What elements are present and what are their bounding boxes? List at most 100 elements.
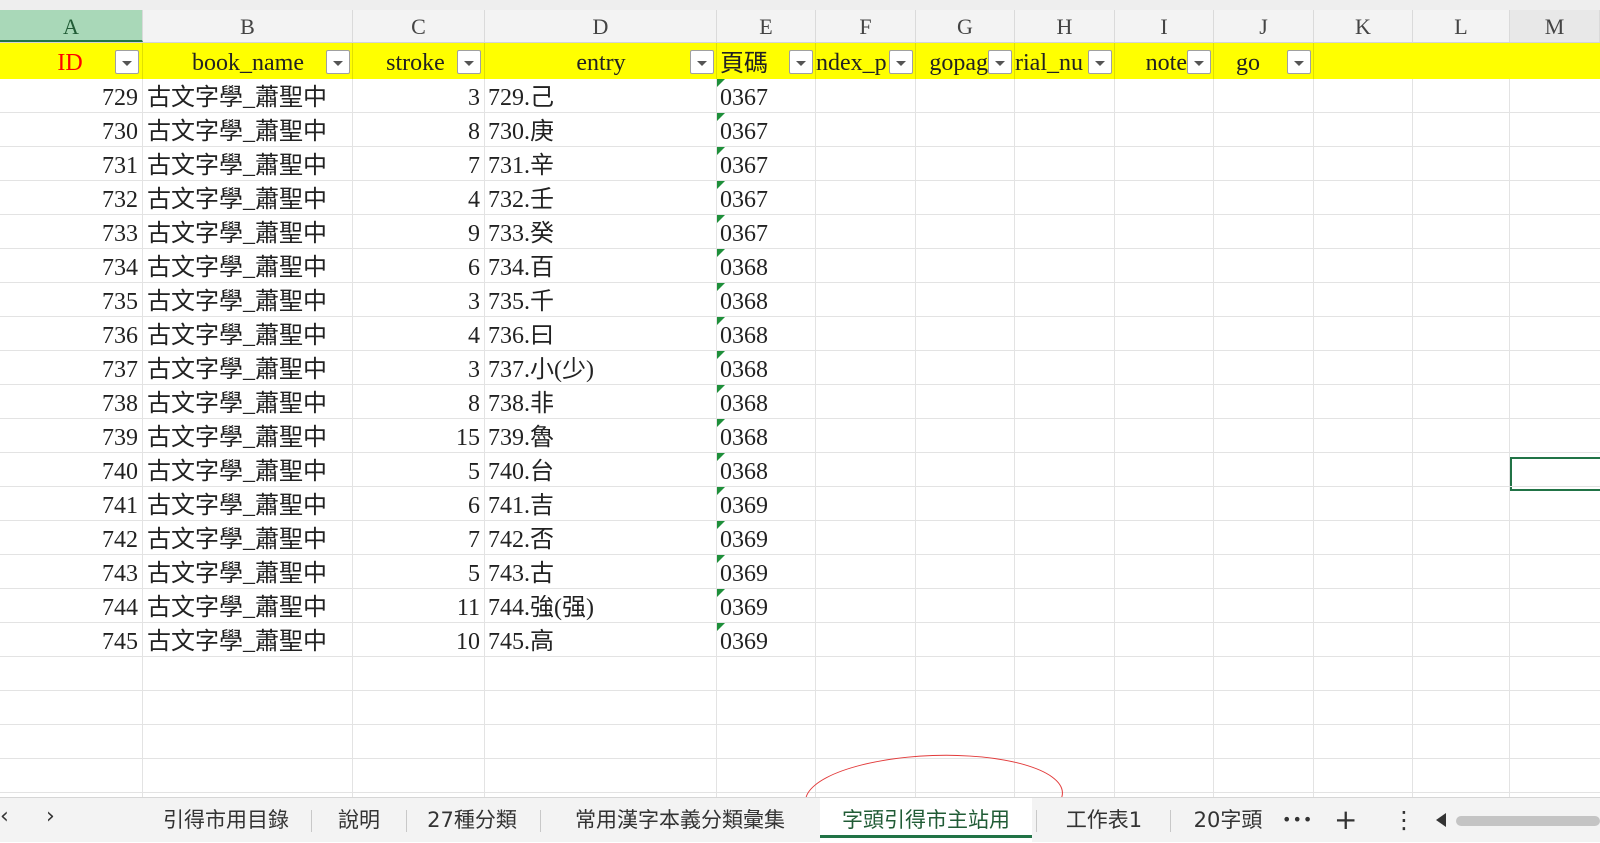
field-header-entry[interactable]: entry	[485, 43, 717, 79]
filter-dropdown-icon[interactable]	[1187, 50, 1211, 74]
cell-entry[interactable]: 736.曰	[488, 317, 716, 351]
table-row[interactable]: 740 古文字學_蕭聖中 5 740.台 0368	[0, 453, 1600, 487]
cell-id[interactable]: 738	[0, 385, 138, 419]
cell-stroke[interactable]: 3	[353, 351, 480, 385]
field-header-gopage[interactable]: gopag	[916, 43, 1015, 79]
cell-book-name[interactable]: 古文字學_蕭聖中	[147, 147, 352, 181]
sheet-tab-notes[interactable]: 說明	[314, 798, 404, 842]
cell-book-name[interactable]: 古文字學_蕭聖中	[147, 317, 352, 351]
cell-id[interactable]: 736	[0, 317, 138, 351]
column-header-d[interactable]: D	[485, 10, 717, 42]
cell-book-name[interactable]: 古文字學_蕭聖中	[147, 181, 352, 215]
cell-id[interactable]: 743	[0, 555, 138, 589]
cell-entry[interactable]: 745.高	[488, 623, 716, 657]
cell-book-name[interactable]: 古文字學_蕭聖中	[147, 623, 352, 657]
cell-stroke[interactable]: 4	[353, 317, 480, 351]
cell-stroke[interactable]: 8	[353, 113, 480, 147]
cell-book-name[interactable]: 古文字學_蕭聖中	[147, 249, 352, 283]
cell-id[interactable]: 745	[0, 623, 138, 657]
cell-id[interactable]: 730	[0, 113, 138, 147]
column-header-j[interactable]: J	[1214, 10, 1314, 42]
cell-stroke[interactable]: 7	[353, 521, 480, 555]
field-header-book-name[interactable]: book_name	[143, 43, 353, 79]
cell-entry[interactable]: 741.吉	[488, 487, 716, 521]
cell-stroke[interactable]: 6	[353, 249, 480, 283]
table-row[interactable]: 742 古文字學_蕭聖中 7 742.否 0369	[0, 521, 1600, 555]
table-row[interactable]: 743 古文字學_蕭聖中 5 743.古 0369	[0, 555, 1600, 589]
cell-page[interactable]: 0368	[717, 317, 818, 351]
cell-id[interactable]: 741	[0, 487, 138, 521]
sheet-tab-headword-index-main[interactable]: 字頭引得市主站用	[820, 798, 1032, 842]
table-row[interactable]: 745 古文字學_蕭聖中 10 745.高 0369	[0, 623, 1600, 657]
cell-entry[interactable]: 738.非	[488, 385, 716, 419]
cell-stroke[interactable]: 6	[353, 487, 480, 521]
cell-page[interactable]: 0367	[717, 113, 818, 147]
cell-id[interactable]: 739	[0, 419, 138, 453]
field-header-id[interactable]: ID	[0, 43, 143, 79]
cell-id[interactable]: 731	[0, 147, 138, 181]
cell-stroke[interactable]: 15	[353, 419, 480, 453]
column-header-a[interactable]: A	[0, 10, 143, 42]
table-row[interactable]: 734 古文字學_蕭聖中 6 734.百 0368	[0, 249, 1600, 283]
filter-dropdown-icon[interactable]	[988, 50, 1012, 74]
cell-book-name[interactable]: 古文字學_蕭聖中	[147, 113, 352, 147]
column-header-l[interactable]: L	[1413, 10, 1510, 42]
cell-page[interactable]: 0369	[717, 521, 818, 555]
cell-entry[interactable]: 739.魯	[488, 419, 716, 453]
table-row[interactable]: 744 古文字學_蕭聖中 11 744.強(强) 0369	[0, 589, 1600, 623]
cell-id[interactable]: 740	[0, 453, 138, 487]
next-sheet-button[interactable]: ›	[46, 804, 55, 829]
filter-dropdown-icon[interactable]	[1088, 50, 1112, 74]
sheet-tab-27-categories[interactable]: 27種分類	[408, 798, 536, 842]
table-row[interactable]: 738 古文字學_蕭聖中 8 738.非 0368	[0, 385, 1600, 419]
field-header-page[interactable]: 頁碼	[717, 43, 816, 79]
table-row[interactable]: 731 古文字學_蕭聖中 7 731.辛 0367	[0, 147, 1600, 181]
cell-page[interactable]: 0369	[717, 555, 818, 589]
cell-entry[interactable]: 732.壬	[488, 181, 716, 215]
cell-id[interactable]: 732	[0, 181, 138, 215]
column-header-f[interactable]: F	[816, 10, 916, 42]
filter-dropdown-icon[interactable]	[326, 50, 350, 74]
cell-book-name[interactable]: 古文字學_蕭聖中	[147, 283, 352, 317]
table-row[interactable]: 730 古文字學_蕭聖中 8 730.庚 0367	[0, 113, 1600, 147]
filter-dropdown-icon[interactable]	[115, 50, 139, 74]
cell-page[interactable]: 0369	[717, 487, 818, 521]
horizontal-scrollbar[interactable]	[1456, 816, 1600, 826]
field-header-serial-number[interactable]: rial_nu	[1015, 43, 1115, 79]
table-row[interactable]: 729 古文字學_蕭聖中 3 729.己 0367	[0, 79, 1600, 113]
field-header-index-page[interactable]: ndex_p	[816, 43, 916, 79]
cell-stroke[interactable]: 3	[353, 79, 480, 113]
cell-page[interactable]: 0367	[717, 215, 818, 249]
cell-stroke[interactable]: 10	[353, 623, 480, 657]
cell-book-name[interactable]: 古文字學_蕭聖中	[147, 215, 352, 249]
table-row[interactable]: 732 古文字學_蕭聖中 4 732.壬 0367	[0, 181, 1600, 215]
filter-dropdown-icon[interactable]	[789, 50, 813, 74]
cell-id[interactable]: 742	[0, 521, 138, 555]
worksheet-grid[interactable]: 729 古文字學_蕭聖中 3 729.己 0367 730 古文字學_蕭聖中 8 730.庚 03…	[0, 79, 1600, 797]
cell-page[interactable]: 0367	[717, 79, 818, 113]
cell-book-name[interactable]: 古文字學_蕭聖中	[147, 385, 352, 419]
sheet-tab-common-hanzi[interactable]: 常用漢字本義分類彙集	[544, 798, 816, 842]
cell-entry[interactable]: 729.己	[488, 79, 716, 113]
cell-stroke[interactable]: 4	[353, 181, 480, 215]
prev-sheet-button[interactable]: ‹	[0, 804, 9, 829]
table-row[interactable]: 733 古文字學_蕭聖中 9 733.癸 0367	[0, 215, 1600, 249]
cell-id[interactable]: 729	[0, 79, 138, 113]
cell-book-name[interactable]: 古文字學_蕭聖中	[147, 487, 352, 521]
add-sheet-button[interactable]: +	[1334, 798, 1357, 842]
cell-book-name[interactable]: 古文字學_蕭聖中	[147, 521, 352, 555]
column-header-m[interactable]: M	[1510, 10, 1600, 42]
cell-page[interactable]: 0368	[717, 453, 818, 487]
column-header-b[interactable]: B	[143, 10, 353, 42]
cell-stroke[interactable]: 7	[353, 147, 480, 181]
cell-entry[interactable]: 743.古	[488, 555, 716, 589]
table-row[interactable]: 741 古文字學_蕭聖中 6 741.吉 0369	[0, 487, 1600, 521]
sheet-tab-20-headwords[interactable]: 20字頭	[1172, 798, 1284, 842]
cell-entry[interactable]: 730.庚	[488, 113, 716, 147]
cell-entry[interactable]: 733.癸	[488, 215, 716, 249]
cell-stroke[interactable]: 5	[353, 453, 480, 487]
column-header-i[interactable]: I	[1115, 10, 1214, 42]
field-header-go[interactable]: go	[1214, 43, 1314, 79]
cell-book-name[interactable]: 古文字學_蕭聖中	[147, 351, 352, 385]
cell-book-name[interactable]: 古文字學_蕭聖中	[147, 453, 352, 487]
